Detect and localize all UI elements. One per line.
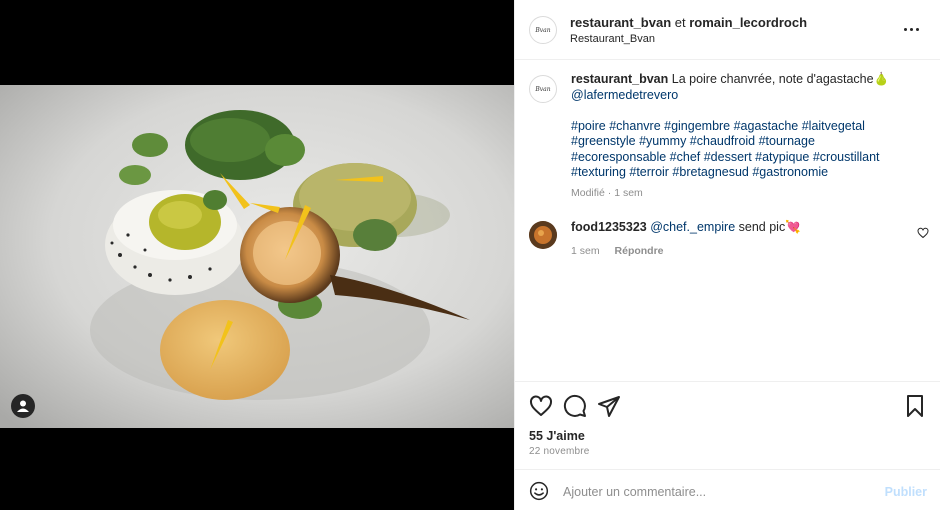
post-header: Bvan restaurant_bvan et romain_lecordroc… — [515, 0, 940, 60]
comment-username[interactable]: food1235323 — [571, 220, 647, 234]
likes-count[interactable]: 55 J'aime — [529, 429, 585, 443]
comment-text: send pic — [738, 220, 786, 234]
avatar[interactable]: Bvan — [529, 16, 557, 44]
avatar-logo-text: Bvan — [535, 85, 551, 93]
avatar-logo-text: Bvan — [535, 26, 551, 34]
add-comment-bar: Ajouter un commentaire... Publier — [515, 469, 940, 510]
edited-label: Modifié — [571, 186, 605, 199]
header-user2-link[interactable]: romain_lecordroch — [689, 15, 807, 30]
caption-hashtags[interactable]: #poire #chanvre #gingembre #agastache #l… — [571, 119, 880, 180]
dessert-image — [0, 85, 514, 428]
caption-body: restaurant_bvan La poire chanvrée, note … — [571, 72, 911, 201]
comment-icon[interactable] — [563, 394, 587, 418]
comment-avatar-image — [529, 221, 557, 249]
save-button[interactable] — [903, 394, 927, 423]
meta-dot: · — [607, 186, 612, 199]
comment-time[interactable]: 1 sem — [571, 245, 600, 257]
caption-time[interactable]: 1 sem — [614, 187, 643, 199]
header-user1-link[interactable]: restaurant_bvan — [570, 15, 671, 30]
header-usernames: restaurant_bvan et romain_lecordroch — [570, 15, 807, 30]
heart-emoji: 💘 — [785, 220, 801, 234]
save-icon — [907, 395, 923, 417]
caption-avatar[interactable]: Bvan — [529, 75, 557, 103]
header-conjunction: et — [674, 15, 686, 30]
caption-text: La poire chanvrée, note d'agastache — [671, 72, 874, 86]
comment-meta: 1 sem Répondre — [571, 243, 891, 259]
more-options-button[interactable] — [904, 22, 924, 36]
comment-body: food1235323 @chef._empire send pic💘 1 se… — [571, 219, 891, 259]
user-tag-button[interactable] — [11, 394, 35, 418]
more-options-icon — [904, 27, 907, 31]
comment-mention[interactable]: @chef._empire — [650, 220, 735, 234]
more-options-icon — [916, 27, 919, 31]
share-icon[interactable] — [597, 394, 621, 418]
action-icons — [529, 394, 621, 418]
caption-mention[interactable]: @lafermedetrevero — [571, 88, 678, 102]
post-date[interactable]: 22 novembre — [529, 446, 590, 457]
action-bar: 55 J'aime 22 novembre — [515, 381, 940, 469]
more-options-icon — [910, 27, 913, 31]
location-link[interactable]: Restaurant_Bvan — [570, 33, 655, 45]
post-photo[interactable] — [0, 85, 514, 428]
comment-avatar[interactable] — [529, 221, 557, 249]
media-area — [0, 0, 514, 510]
caption-meta: Modifié · 1 sem — [571, 186, 911, 202]
post-sidebar: Bvan restaurant_bvan et romain_lecordroc… — [514, 0, 940, 510]
emoji-icon[interactable] — [529, 481, 549, 501]
comment-like-icon[interactable] — [917, 227, 929, 239]
post-comment-button[interactable]: Publier — [885, 485, 927, 499]
caption-username[interactable]: restaurant_bvan — [571, 72, 668, 86]
reply-button[interactable]: Répondre — [615, 245, 664, 257]
post-modal: Bvan restaurant_bvan et romain_lecordroc… — [0, 0, 940, 510]
pear-emoji: 🍐 — [873, 72, 890, 86]
user-tag-icon — [17, 400, 29, 412]
comment-input[interactable]: Ajouter un commentaire... — [563, 485, 706, 499]
like-icon[interactable] — [529, 394, 553, 418]
